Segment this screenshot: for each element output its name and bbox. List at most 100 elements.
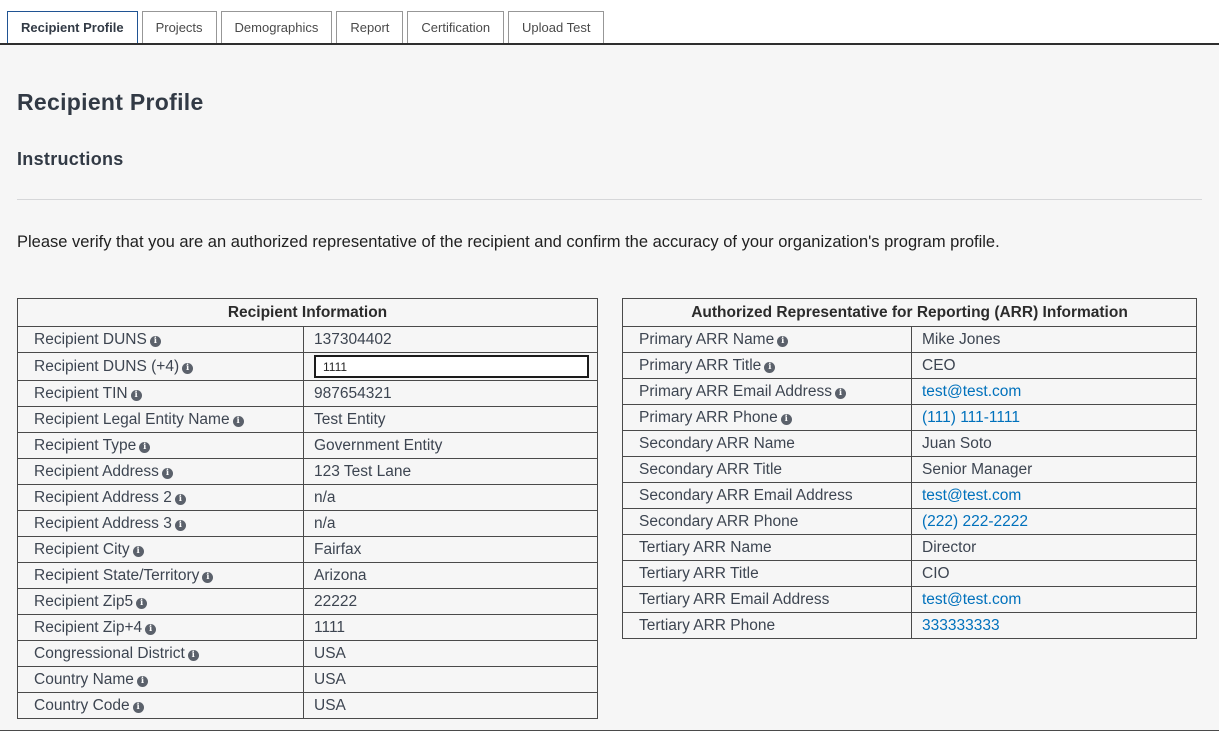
info-icon[interactable]: i bbox=[175, 494, 186, 505]
row-label: Tertiary ARR Email Address bbox=[623, 587, 912, 613]
row-label-text: Recipient Type bbox=[34, 437, 136, 454]
table-row: Recipient Zip5i 22222 bbox=[18, 589, 598, 615]
row-label-text: Primary ARR Name bbox=[639, 331, 774, 348]
row-label: Primary ARR Namei bbox=[623, 327, 912, 353]
info-icon[interactable]: i bbox=[136, 598, 147, 609]
row-value: n/a bbox=[304, 485, 598, 511]
row-label: Tertiary ARR Title bbox=[623, 561, 912, 587]
info-icon[interactable]: i bbox=[150, 336, 161, 347]
section-title: Instructions bbox=[17, 149, 1202, 170]
row-label-text: Secondary ARR Email Address bbox=[639, 487, 853, 504]
row-value: Fairfax bbox=[304, 537, 598, 563]
row-label: Secondary ARR Title bbox=[623, 457, 912, 483]
table-row: Recipient Zip+4i1111 bbox=[18, 615, 598, 641]
info-icon[interactable]: i bbox=[777, 336, 788, 347]
row-label: Recipient TINi bbox=[18, 381, 304, 407]
table-row: Congressional DistrictiUSA bbox=[18, 641, 598, 667]
info-icon[interactable]: i bbox=[162, 468, 173, 479]
row-label-text: Recipient Zip5 bbox=[34, 593, 133, 610]
row-value: USA bbox=[304, 641, 598, 667]
row-label: Recipient State/Territoryi bbox=[18, 563, 304, 589]
row-label: Recipient Legal Entity Namei bbox=[18, 407, 304, 433]
table-row: Primary ARR TitleiCEO bbox=[623, 353, 1197, 379]
row-value: 1111 bbox=[304, 615, 598, 641]
info-icon[interactable]: i bbox=[781, 414, 792, 425]
tab-report[interactable]: Report bbox=[336, 11, 403, 43]
value-link[interactable]: test@test.com bbox=[922, 591, 1021, 608]
row-label: Recipient DUNS (+4)i bbox=[18, 353, 304, 381]
row-label-text: Recipient Address bbox=[34, 463, 159, 480]
instructions-text: Please verify that you are an authorized… bbox=[17, 233, 1202, 252]
table-row: Secondary ARR Title Senior Manager bbox=[623, 457, 1197, 483]
table-row: Recipient Address 3in/a bbox=[18, 511, 598, 537]
table-row: Recipient Addressi 123 Test Lane bbox=[18, 459, 598, 485]
table-row: Recipient CityiFairfax bbox=[18, 537, 598, 563]
row-value: 123 Test Lane bbox=[304, 459, 598, 485]
row-value: test@test.com bbox=[912, 587, 1197, 613]
content-panel: Recipient Profile Instructions Please ve… bbox=[0, 45, 1219, 731]
info-icon[interactable]: i bbox=[137, 676, 148, 687]
info-icon[interactable]: i bbox=[188, 650, 199, 661]
recipient-information-table: Recipient Information Recipient DUNSi137… bbox=[17, 298, 598, 719]
row-value: Government Entity bbox=[304, 433, 598, 459]
row-value: Arizona bbox=[304, 563, 598, 589]
row-value: 22222 bbox=[304, 589, 598, 615]
info-icon[interactable]: i bbox=[131, 390, 142, 401]
table-header-row: Recipient Information bbox=[18, 299, 598, 327]
row-label: Recipient Address 3i bbox=[18, 511, 304, 537]
tab-demographics[interactable]: Demographics bbox=[221, 11, 333, 43]
info-icon[interactable]: i bbox=[133, 702, 144, 713]
value-link[interactable]: (222) 222-2222 bbox=[922, 513, 1028, 530]
row-label-text: Country Name bbox=[34, 671, 134, 688]
row-label-text: Tertiary ARR Email Address bbox=[639, 591, 829, 608]
table-header-row: Authorized Representative for Reporting … bbox=[623, 299, 1197, 327]
row-label: Tertiary ARR Phone bbox=[623, 613, 912, 639]
info-icon[interactable]: i bbox=[202, 572, 213, 583]
table-row: Recipient Address 2i n/a bbox=[18, 485, 598, 511]
table-row: Secondary ARR Email Address test@test.com bbox=[623, 483, 1197, 509]
row-label: Recipient Zip+4i bbox=[18, 615, 304, 641]
recipient-duns4-input[interactable] bbox=[314, 355, 589, 378]
table-row: Secondary ARR Phone (222) 222-2222 bbox=[623, 509, 1197, 535]
row-label-text: Recipient State/Territory bbox=[34, 567, 199, 584]
value-link[interactable]: (111) 111-1111 bbox=[922, 409, 1020, 426]
table-row: Recipient TINi987654321 bbox=[18, 381, 598, 407]
info-icon[interactable]: i bbox=[764, 362, 775, 373]
row-value: (222) 222-2222 bbox=[912, 509, 1197, 535]
divider bbox=[17, 199, 1202, 200]
row-label: Primary ARR Titlei bbox=[623, 353, 912, 379]
row-label-text: Country Code bbox=[34, 697, 130, 714]
table-row: Tertiary ARR Email Address test@test.com bbox=[623, 587, 1197, 613]
row-label-text: Recipient Address 2 bbox=[34, 489, 172, 506]
row-label-text: Secondary ARR Title bbox=[639, 461, 782, 478]
row-label: Country Codei bbox=[18, 693, 304, 719]
row-value: Senior Manager bbox=[912, 457, 1197, 483]
row-value: 137304402 bbox=[304, 327, 598, 353]
table-row: Recipient DUNSi137304402 bbox=[18, 327, 598, 353]
value-link[interactable]: test@test.com bbox=[922, 383, 1021, 400]
tab-certification[interactable]: Certification bbox=[407, 11, 504, 43]
table-row: Primary ARR Email Addressi test@test.com bbox=[623, 379, 1197, 405]
info-icon[interactable]: i bbox=[835, 388, 846, 399]
info-icon[interactable]: i bbox=[145, 624, 156, 635]
row-label-text: Recipient Zip+4 bbox=[34, 619, 142, 636]
info-icon[interactable]: i bbox=[182, 363, 193, 374]
recipient-table-header: Recipient Information bbox=[18, 299, 598, 327]
row-label-text: Primary ARR Email Address bbox=[639, 383, 832, 400]
table-row: Recipient State/TerritoryiArizona bbox=[18, 563, 598, 589]
row-label-text: Tertiary ARR Name bbox=[639, 539, 772, 556]
info-icon[interactable]: i bbox=[139, 442, 150, 453]
info-icon[interactable]: i bbox=[233, 416, 244, 427]
tab-projects[interactable]: Projects bbox=[142, 11, 217, 43]
table-row: Primary ARR Phonei(111) 111-1111 bbox=[623, 405, 1197, 431]
info-icon[interactable]: i bbox=[175, 520, 186, 531]
row-label: Secondary ARR Email Address bbox=[623, 483, 912, 509]
arr-table-header: Authorized Representative for Reporting … bbox=[623, 299, 1197, 327]
value-link[interactable]: test@test.com bbox=[922, 487, 1021, 504]
row-label-text: Secondary ARR Phone bbox=[639, 513, 798, 530]
tab-upload-test[interactable]: Upload Test bbox=[508, 11, 604, 43]
info-icon[interactable]: i bbox=[133, 546, 144, 557]
tab-recipient-profile[interactable]: Recipient Profile bbox=[7, 11, 138, 43]
value-link[interactable]: 333333333 bbox=[922, 617, 1000, 634]
row-label-text: Tertiary ARR Title bbox=[639, 565, 759, 582]
